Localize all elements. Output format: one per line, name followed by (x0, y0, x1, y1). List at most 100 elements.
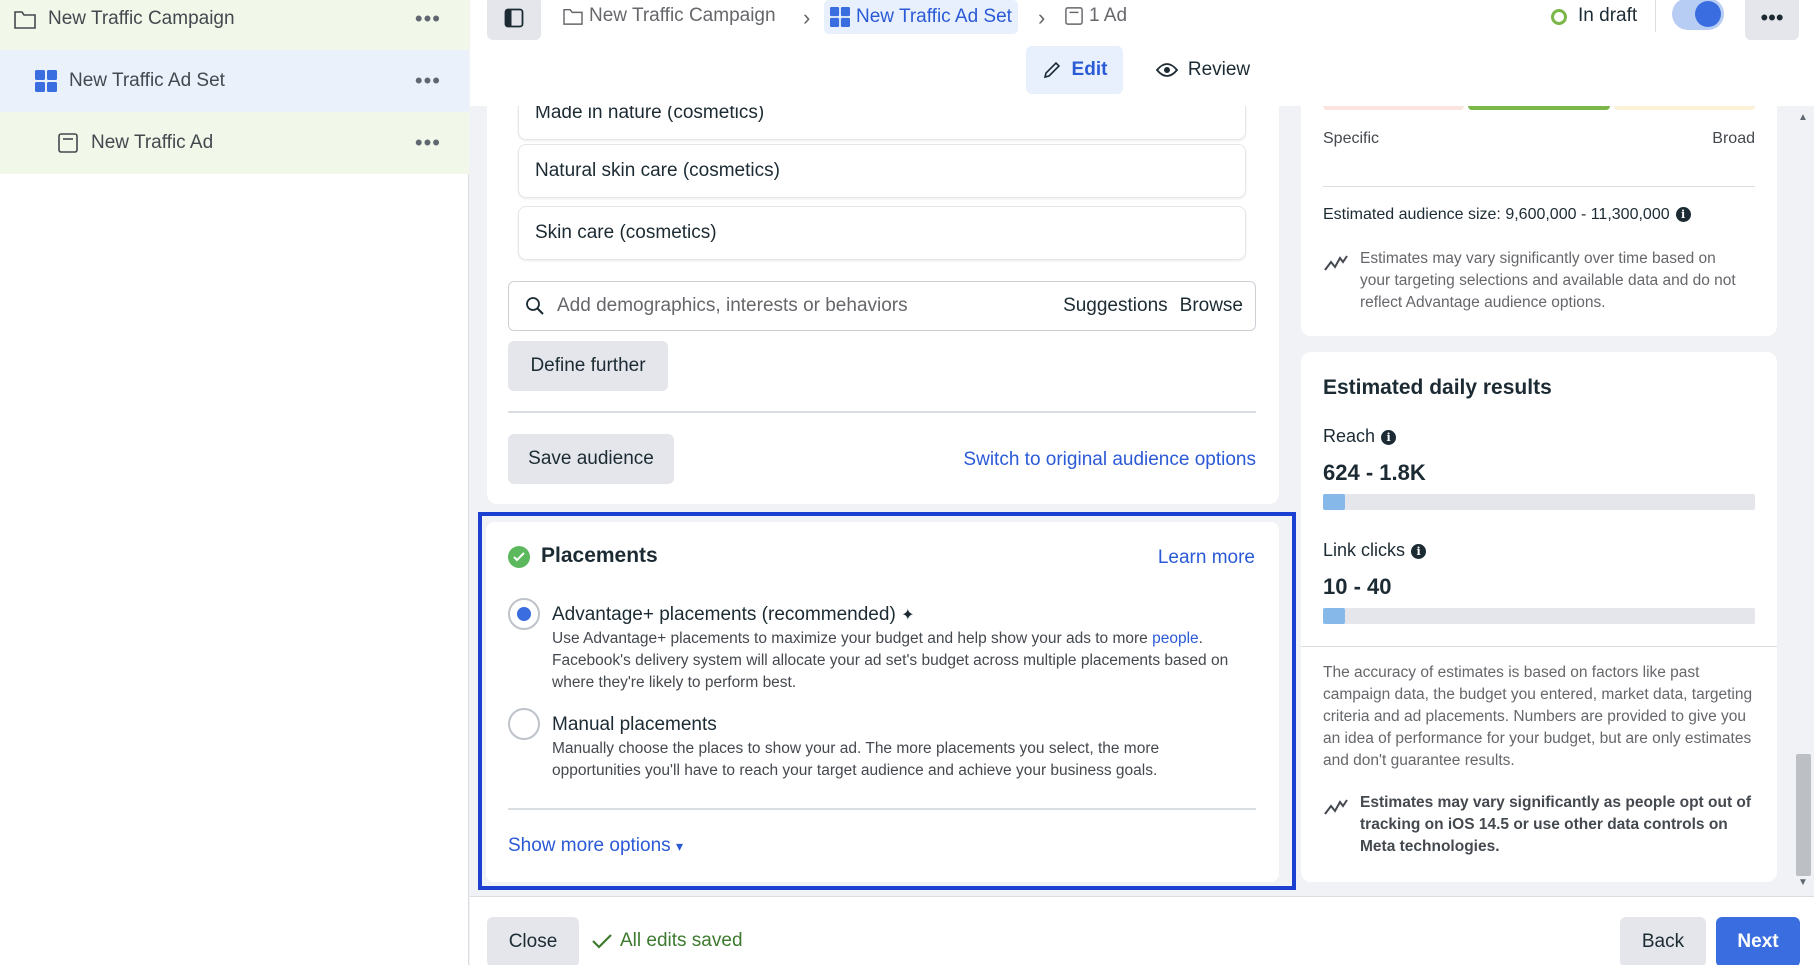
metric-label-text: Reach (1323, 426, 1376, 446)
sidebar-toggle-button[interactable] (487, 0, 541, 40)
back-button[interactable]: Back (1620, 917, 1706, 965)
interest-item[interactable]: Skin care (cosmetics) (518, 206, 1246, 260)
divider (1323, 186, 1755, 187)
interest-search-input[interactable]: Add demographics, interests or behaviors… (508, 281, 1256, 331)
check-icon (592, 934, 612, 949)
info-icon[interactable]: i (1411, 544, 1427, 559)
ad-icon (1065, 7, 1083, 25)
save-audience-button[interactable]: Save audience (508, 434, 674, 484)
estimated-audience-size: Estimated audience size: 9,600,000 - 11,… (1323, 206, 1691, 224)
metric-label-text: Link clicks (1323, 540, 1406, 560)
breadcrumb-adset[interactable]: New Traffic Ad Set (824, 0, 1018, 34)
folder-icon (563, 8, 583, 25)
close-button[interactable]: Close (487, 917, 579, 965)
search-icon (526, 297, 544, 315)
audience-breadth-meter (1323, 106, 1755, 116)
tree-item-label: New Traffic Ad (91, 132, 214, 153)
breadcrumb-label: New Traffic Ad Set (856, 6, 1012, 27)
accuracy-note: The accuracy of estimates is based on fa… (1323, 664, 1753, 769)
more-options-icon[interactable]: ••• (415, 6, 441, 32)
people-link[interactable]: people (1152, 630, 1199, 647)
link-clicks-value: 10 - 40 (1323, 574, 1392, 599)
tree-item-ad[interactable]: New Traffic Ad ••• (0, 112, 469, 174)
interest-item[interactable]: Made in nature (cosmetics) (518, 106, 1246, 140)
card-title: Estimated daily results (1323, 376, 1552, 399)
tree-item-campaign[interactable]: New Traffic Campaign ••• (0, 0, 469, 50)
manual-placements-description: Manually choose the places to show your … (552, 740, 1160, 779)
trend-icon (1324, 255, 1348, 271)
manual-placements-radio[interactable] (508, 708, 540, 740)
info-icon[interactable]: i (1381, 430, 1397, 445)
breadcrumb-ad[interactable]: 1 Ad (1065, 0, 1127, 32)
divider (1655, 0, 1656, 32)
footer-bar: Close All edits saved Back Next (470, 896, 1814, 965)
tree-item-label: New Traffic Ad Set (69, 70, 225, 91)
save-status-text: All edits saved (620, 930, 743, 951)
meter-label-specific: Specific (1323, 130, 1380, 147)
pencil-icon (1043, 61, 1060, 79)
next-button[interactable]: Next (1716, 917, 1800, 965)
tab-edit[interactable]: Edit (1026, 46, 1123, 94)
define-further-button[interactable]: Define further (508, 341, 668, 391)
meter-segment (1468, 106, 1610, 110)
description-text: Use Advantage+ placements to maximize yo… (552, 630, 1153, 647)
switch-audience-link[interactable]: Switch to original audience options (963, 449, 1256, 471)
sidebar-icon (504, 8, 524, 28)
advantage-placements-radio[interactable] (508, 598, 540, 630)
advantage-placements-description: Use Advantage+ placements to maximize yo… (552, 628, 1252, 694)
scroll-down-icon[interactable]: ▼ (1798, 877, 1808, 888)
reach-value: 624 - 1.8K (1323, 460, 1426, 485)
button-label: Show more options (508, 835, 671, 856)
more-options-button[interactable]: ••• (1745, 0, 1799, 40)
ad-icon (55, 130, 81, 156)
link-clicks-bar-fill (1323, 608, 1345, 624)
link-clicks-label: Link clicks i (1323, 540, 1427, 561)
breadcrumb-campaign[interactable]: New Traffic Campaign (563, 0, 776, 32)
divider (508, 411, 1256, 413)
tree-item-label: New Traffic Campaign (48, 8, 235, 29)
divider (1301, 646, 1777, 647)
reach-label: Reach i (1323, 426, 1397, 447)
estimate-note: Estimates may vary significantly over ti… (1360, 250, 1736, 311)
advantage-placements-label: Advantage+ placements (recommended) ✦ (552, 604, 914, 626)
scrollbar[interactable]: ▲ ▼ (1793, 106, 1814, 894)
draft-status-icon (1551, 9, 1567, 25)
publish-toggle[interactable] (1672, 0, 1724, 30)
section-title: Placements (541, 544, 658, 567)
scrollbar-thumb[interactable] (1796, 754, 1811, 876)
toggle-knob (1695, 1, 1721, 27)
option-label: Advantage+ placements (recommended) (552, 604, 896, 625)
more-options-icon[interactable]: ••• (415, 130, 441, 156)
breadcrumb-label: New Traffic Campaign (589, 5, 776, 26)
manual-placements-label: Manual placements (552, 714, 717, 735)
tree-item-adset[interactable]: New Traffic Ad Set ••• (0, 50, 469, 112)
more-options-icon[interactable]: ••• (415, 68, 441, 94)
audience-definition-card: Specific Broad Estimated audience size: … (1301, 106, 1777, 336)
search-placeholder: Add demographics, interests or behaviors (557, 295, 908, 316)
grid-icon (830, 7, 850, 27)
scroll-up-icon[interactable]: ▲ (1798, 112, 1808, 123)
campaign-tree: New Traffic Campaign ••• New Traffic Ad … (0, 0, 469, 965)
caret-down-icon: ▾ (675, 838, 683, 854)
link-clicks-bar (1323, 608, 1755, 624)
show-more-options-button[interactable]: Show more options ▾ (508, 835, 683, 857)
status-text: In draft (1578, 5, 1638, 26)
tab-label: Edit (1071, 59, 1108, 80)
learn-more-link[interactable]: Learn more (1158, 547, 1255, 569)
reach-bar-fill (1323, 494, 1345, 510)
meter-segment (1613, 106, 1755, 110)
save-status: All edits saved (592, 930, 743, 952)
browse-link[interactable]: Browse (1180, 295, 1243, 317)
trend-icon (1324, 799, 1348, 815)
audience-size-text: Estimated audience size: 9,600,000 - 11,… (1323, 206, 1670, 223)
sparkle-icon: ✦ (901, 607, 915, 624)
daily-results-card: Estimated daily results Reach i 624 - 1.8… (1301, 352, 1777, 882)
placements-card: Placements Learn more Advantage+ placeme… (486, 522, 1279, 882)
reach-bar (1323, 494, 1755, 510)
info-icon[interactable]: i (1675, 207, 1691, 222)
tab-review[interactable]: Review (1138, 46, 1268, 94)
breadcrumb-label: 1 Ad (1089, 5, 1128, 26)
suggestions-link[interactable]: Suggestions (1063, 295, 1168, 317)
audience-card: Made in nature (cosmetics) Natural skin … (487, 106, 1279, 504)
interest-item[interactable]: Natural skin care (cosmetics) (518, 144, 1246, 198)
